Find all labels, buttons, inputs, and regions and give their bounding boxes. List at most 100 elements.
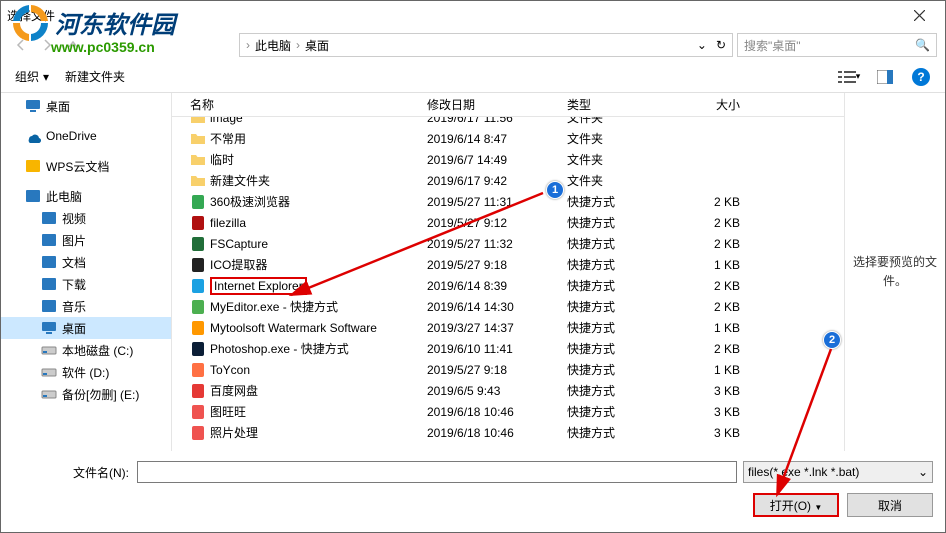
- chevron-right-icon: ›: [296, 38, 300, 52]
- sidebar-item[interactable]: 桌面: [1, 317, 171, 339]
- file-date: 2019/6/7 14:49: [427, 153, 567, 167]
- column-header-type[interactable]: 类型: [567, 96, 664, 113]
- file-date: 2019/6/14 14:30: [427, 300, 567, 314]
- view-options-button[interactable]: ▾: [833, 65, 865, 89]
- help-button[interactable]: ?: [905, 65, 937, 89]
- breadcrumb[interactable]: › 此电脑 › 桌面 ⌄ ↻: [239, 33, 733, 57]
- sidebar-item[interactable]: 本地磁盘 (C:): [1, 339, 171, 361]
- sidebar-item[interactable]: 备份[勿删] (E:): [1, 383, 171, 405]
- table-row[interactable]: 百度网盘2019/6/5 9:43快捷方式3 KB: [172, 380, 844, 401]
- sidebar-item[interactable]: 此电脑: [1, 185, 171, 207]
- column-header-name[interactable]: 名称: [172, 96, 427, 113]
- file-name: 照片处理: [210, 424, 258, 441]
- table-row[interactable]: 图旺旺2019/6/18 10:46快捷方式3 KB: [172, 401, 844, 422]
- file-type: 快捷方式: [567, 424, 664, 441]
- file-date: 2019/5/27 9:12: [427, 216, 567, 230]
- file-name: MyEditor.exe - 快捷方式: [210, 298, 338, 315]
- sidebar-item-label: 桌面: [62, 320, 86, 337]
- table-row[interactable]: filezilla2019/5/27 9:12快捷方式2 KB: [172, 212, 844, 233]
- filename-input[interactable]: [137, 461, 737, 483]
- sidebar-item[interactable]: 视频: [1, 207, 171, 229]
- search-icon[interactable]: 🔍: [915, 38, 930, 52]
- file-date: 2019/5/27 11:31: [427, 195, 567, 209]
- chevron-right-icon: ›: [246, 38, 250, 52]
- table-row[interactable]: 临时2019/6/7 14:49文件夹: [172, 149, 844, 170]
- new-folder-button[interactable]: 新建文件夹: [59, 66, 131, 87]
- table-row[interactable]: ICO提取器2019/5/27 9:18快捷方式1 KB: [172, 254, 844, 275]
- file-date: 2019/5/27 9:18: [427, 258, 567, 272]
- file-type: 快捷方式: [567, 361, 664, 378]
- breadcrumb-segment[interactable]: 此电脑: [255, 37, 291, 54]
- file-name: 新建文件夹: [210, 172, 270, 189]
- close-button[interactable]: [899, 2, 939, 28]
- sidebar-item-label: 本地磁盘 (C:): [62, 342, 133, 359]
- file-date: 2019/6/18 10:46: [427, 426, 567, 440]
- file-list[interactable]: 名称 修改日期 类型 大小 image2019/6/17 11:56文件夹不常用…: [171, 93, 845, 451]
- chevron-down-icon: ▾: [43, 70, 49, 84]
- cancel-button[interactable]: 取消: [847, 493, 933, 517]
- column-header-size[interactable]: 大小: [664, 96, 752, 113]
- annotation-badge-2: 2: [823, 331, 841, 349]
- sidebar-item[interactable]: 文档: [1, 251, 171, 273]
- file-date: 2019/3/27 14:37: [427, 321, 567, 335]
- preview-pane: 选择要预览的文件。: [845, 93, 945, 451]
- file-name: 百度网盘: [210, 382, 258, 399]
- file-date: 2019/6/5 9:43: [427, 384, 567, 398]
- breadcrumb-segment[interactable]: 桌面: [305, 37, 329, 54]
- sidebar-item-label: WPS云文档: [46, 158, 109, 175]
- table-row[interactable]: 不常用2019/6/14 8:47文件夹: [172, 128, 844, 149]
- file-size: 1 KB: [664, 321, 752, 335]
- file-type: 快捷方式: [567, 382, 664, 399]
- file-size: 2 KB: [664, 237, 752, 251]
- sidebar-item-label: 软件 (D:): [62, 364, 109, 381]
- organize-menu[interactable]: 组织 ▾: [9, 66, 55, 87]
- table-row[interactable]: 新建文件夹2019/6/17 9:42文件夹: [172, 170, 844, 191]
- annotation-badge-1: 1: [546, 181, 564, 199]
- preview-pane-button[interactable]: [869, 65, 901, 89]
- sidebar-item[interactable]: 下载: [1, 273, 171, 295]
- table-row[interactable]: 360极速浏览器2019/5/27 11:31快捷方式2 KB: [172, 191, 844, 212]
- open-button[interactable]: 打开(O) ▼: [753, 493, 839, 517]
- sidebar-item[interactable]: 软件 (D:): [1, 361, 171, 383]
- help-icon: ?: [912, 68, 930, 86]
- file-type-filter[interactable]: files(*.exe *.lnk *.bat)⌄: [743, 461, 933, 483]
- file-size: 1 KB: [664, 258, 752, 272]
- file-size: 1 KB: [664, 363, 752, 377]
- sidebar-item-label: 下载: [62, 276, 86, 293]
- sidebar-item[interactable]: WPS云文档: [1, 155, 171, 177]
- close-icon: [914, 10, 925, 21]
- table-row[interactable]: FSCapture2019/5/27 11:32快捷方式2 KB: [172, 233, 844, 254]
- table-row[interactable]: Mytoolsoft Watermark Software2019/3/27 1…: [172, 317, 844, 338]
- chevron-down-icon: ⌄: [918, 465, 928, 479]
- file-date: 2019/5/27 11:32: [427, 237, 567, 251]
- table-row[interactable]: Internet Explorer2019/6/14 8:39快捷方式2 KB: [172, 275, 844, 296]
- file-name: filezilla: [210, 216, 246, 230]
- chevron-down-icon[interactable]: ⌄: [693, 38, 711, 52]
- sidebar[interactable]: 桌面OneDriveWPS云文档此电脑视频图片文档下载音乐桌面本地磁盘 (C:)…: [1, 93, 171, 451]
- table-row[interactable]: MyEditor.exe - 快捷方式2019/6/14 14:30快捷方式2 …: [172, 296, 844, 317]
- table-row[interactable]: 照片处理 2019/6/18 10:46快捷方式3 KB: [172, 422, 844, 443]
- file-size: 2 KB: [664, 216, 752, 230]
- refresh-button[interactable]: ↻: [716, 38, 726, 52]
- file-size: 3 KB: [664, 405, 752, 419]
- file-name: 图旺旺: [210, 403, 246, 420]
- table-row[interactable]: ToYcon2019/5/27 9:18快捷方式1 KB: [172, 359, 844, 380]
- sidebar-item[interactable]: OneDrive: [1, 125, 171, 147]
- window-title: 选择文件: [7, 7, 899, 24]
- back-button[interactable]: [9, 33, 33, 57]
- table-row[interactable]: image2019/6/17 11:56文件夹: [172, 117, 844, 128]
- up-button[interactable]: [61, 33, 85, 57]
- file-name: ICO提取器: [210, 256, 267, 273]
- file-name: Photoshop.exe - 快捷方式: [210, 340, 349, 357]
- file-name: 不常用: [210, 130, 246, 147]
- forward-button[interactable]: [35, 33, 59, 57]
- column-header-date[interactable]: 修改日期: [427, 96, 567, 113]
- sidebar-item[interactable]: 音乐: [1, 295, 171, 317]
- sidebar-item[interactable]: 图片: [1, 229, 171, 251]
- table-row[interactable]: Photoshop.exe - 快捷方式2019/6/10 11:41快捷方式2…: [172, 338, 844, 359]
- file-size: 3 KB: [664, 426, 752, 440]
- sidebar-item[interactable]: 桌面: [1, 95, 171, 117]
- file-type: 快捷方式: [567, 319, 664, 336]
- search-input[interactable]: 搜索"桌面" 🔍: [737, 33, 937, 57]
- file-name: 360极速浏览器: [210, 193, 290, 210]
